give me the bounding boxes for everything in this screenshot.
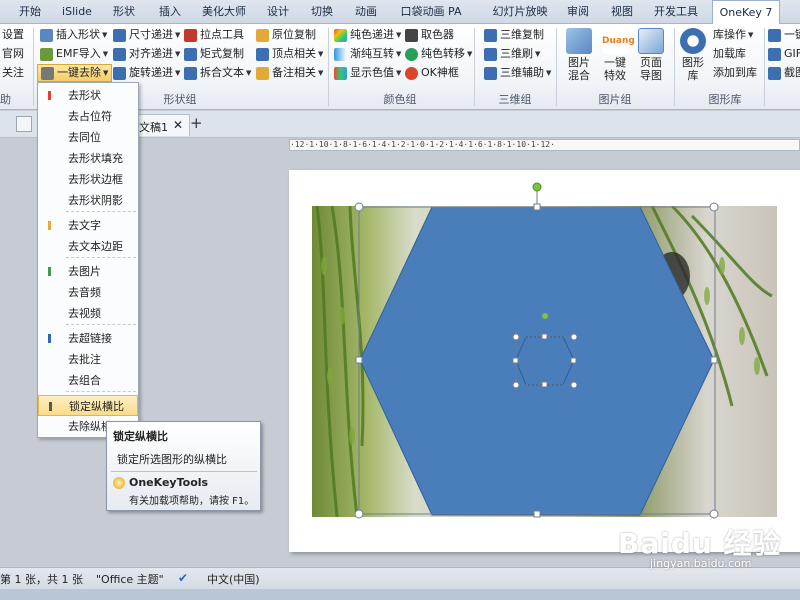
small-handle-bottom-right[interactable]: [570, 381, 578, 389]
menu-item[interactable]: 去音频: [38, 282, 138, 303]
tooltip-divider: [111, 471, 257, 472]
small-handle-left[interactable]: [512, 357, 519, 364]
tooltip: 锁定纵横比 锁定所选图形的纵横比 OneKeyTools 有关加载项帮助，请按 …: [106, 421, 261, 511]
menu-item-label: 去音频: [68, 286, 101, 299]
menu-separator: [66, 324, 136, 325]
menu-item[interactable]: 去形状阴影: [38, 190, 138, 211]
status-bar: 第 1 张，共 1 张 "Office 主题" ✔ 中文(中国): [0, 567, 800, 589]
menu-item[interactable]: 去组合: [38, 370, 138, 391]
resize-handle-left[interactable]: [355, 356, 363, 364]
small-hexagon[interactable]: [515, 336, 575, 386]
menu-item-color-marker: [48, 267, 51, 276]
baidu-watermark-url: jingyan.baidu.com: [650, 557, 752, 570]
theme-name[interactable]: "Office 主题": [96, 571, 164, 587]
baidu-watermark: Baidu 经验: [618, 527, 782, 560]
small-rotation-handle[interactable]: [542, 313, 548, 319]
menu-item-label: 去形状阴影: [68, 194, 123, 207]
menu-item[interactable]: 去超链接: [38, 328, 138, 349]
resize-handle-right[interactable]: [710, 356, 718, 364]
menu-item[interactable]: 去图片: [38, 261, 138, 282]
slide-count: 第 1 张，共 1 张: [0, 573, 83, 586]
taskbar-strip: [0, 589, 800, 600]
menu-item[interactable]: 去文本边距: [38, 236, 138, 257]
resize-handle-bottom[interactable]: [533, 510, 541, 518]
small-handle-right[interactable]: [570, 357, 577, 364]
menu-separator: [66, 257, 136, 258]
resize-handle-bottom-right[interactable]: [709, 509, 719, 519]
menu-item-color-marker: [49, 402, 52, 411]
tooltip-description: 锁定所选图形的纵横比: [117, 453, 227, 466]
menu-item-label: 去视频: [68, 307, 101, 320]
menu-item[interactable]: 去形状: [38, 85, 138, 106]
resize-handle-top-left[interactable]: [354, 202, 364, 212]
menu-item-label: 去图片: [68, 265, 101, 278]
menu-item-label: 去组合: [68, 374, 101, 387]
menu-item[interactable]: 去同位: [38, 127, 138, 148]
menu-item-label: 去文字: [68, 219, 101, 232]
menu-item[interactable]: 去视频: [38, 303, 138, 324]
menu-item-label: 去同位: [68, 131, 101, 144]
menu-item-label: 去超链接: [68, 332, 112, 345]
menu-item-label: 去占位符: [68, 110, 112, 123]
language-indicator[interactable]: 中文(中国): [207, 571, 260, 587]
menu-item-label: 去形状填充: [68, 152, 123, 165]
small-handle-top-left[interactable]: [512, 333, 520, 341]
menu-separator: [66, 391, 136, 392]
menu-item[interactable]: 去占位符: [38, 106, 138, 127]
small-handle-top-right[interactable]: [570, 333, 578, 341]
addin-gear-icon: [113, 477, 125, 489]
one-click-remove-menu: 去形状去占位符去同位去形状填充去形状边框去形状阴影去文字去文本边距去图片去音频去…: [37, 82, 139, 438]
resize-handle-top[interactable]: [533, 203, 541, 211]
resize-handle-bottom-left[interactable]: [354, 509, 364, 519]
small-handle-bottom-left[interactable]: [512, 381, 520, 389]
menu-item-color-marker: [48, 91, 51, 100]
tooltip-addin-name: OneKeyTools: [129, 476, 209, 489]
menu-item-label: 去文本边距: [68, 240, 123, 253]
tooltip-title: 锁定纵横比: [113, 430, 168, 443]
tooltip-help-text: 有关加载项帮助，请按 F1。: [129, 496, 255, 507]
menu-item[interactable]: 锁定纵横比: [38, 395, 138, 416]
menu-item-color-marker: [48, 334, 51, 343]
menu-item-label: 去形状边框: [68, 173, 123, 186]
resize-handle-top-right[interactable]: [709, 202, 719, 212]
menu-item[interactable]: 去文字: [38, 215, 138, 236]
menu-item[interactable]: 去批注: [38, 349, 138, 370]
menu-item[interactable]: 去形状填充: [38, 148, 138, 169]
menu-item-label: 去批注: [68, 353, 101, 366]
small-handle-top[interactable]: [541, 333, 548, 340]
menu-item-label: 去形状: [68, 89, 101, 102]
menu-item-label: 锁定纵横比: [69, 400, 124, 413]
menu-separator: [66, 211, 136, 212]
small-handle-bottom[interactable]: [541, 381, 548, 388]
spellcheck-icon[interactable]: ✔: [178, 571, 188, 585]
menu-item[interactable]: 去形状边框: [38, 169, 138, 190]
menu-item-color-marker: [48, 221, 51, 230]
rotation-handle[interactable]: [532, 182, 542, 192]
